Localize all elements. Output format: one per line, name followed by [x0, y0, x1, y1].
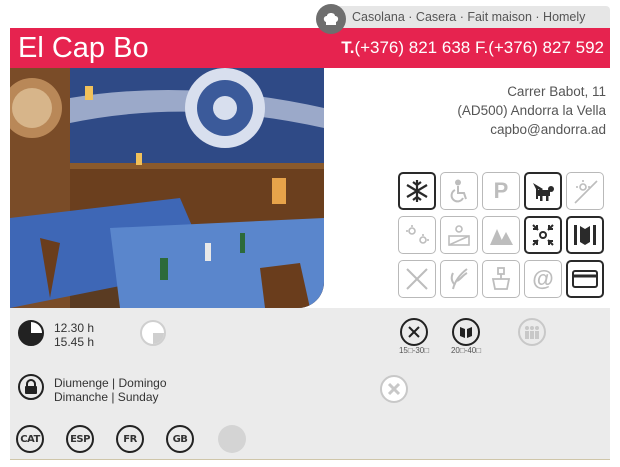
dinner-hours: 15.45 h: [54, 335, 95, 349]
city-address: (AD500) Andorra la Vella: [457, 103, 606, 118]
closed-days-line1: Diumenge | Domingo: [54, 376, 167, 390]
parking-label: P: [493, 178, 509, 203]
menu-price-badge: 15□-30□: [398, 318, 430, 355]
opening-hours: 12.30 h 15.45 h: [54, 321, 94, 349]
language-esp: ESP: [66, 425, 94, 453]
phone-prefix: T.: [341, 38, 355, 57]
cuisine-tag: Casolana · Casera · Fait maison · Homely: [336, 6, 610, 28]
no-service-icon: [398, 260, 436, 298]
summer-icon: [398, 216, 436, 254]
book-menu-icon: [452, 318, 480, 346]
carte-price-badge: 20□-40□: [450, 318, 482, 355]
street-address: Carrer Babot, 11: [507, 84, 606, 99]
credit-card-icon: [566, 260, 604, 298]
language-fr: FR: [116, 425, 144, 453]
lock-icon: [18, 374, 44, 400]
pets-allowed-icon: [524, 172, 562, 210]
group-people-icon: [518, 318, 546, 346]
restaurant-photo: [10, 68, 324, 308]
info-panel: 12.30 h 15.45 h 15□-30□ 20□-40□ Diumenge…: [10, 308, 610, 460]
mountain-icon: [482, 216, 520, 254]
group-badge: [516, 318, 548, 346]
central-location-icon: [524, 216, 562, 254]
terrace-icon: [566, 172, 604, 210]
address-block: Carrer Babot, 11 (AD500) Andorra la Vell…: [457, 82, 606, 139]
cutlery-icon: [400, 318, 428, 346]
lunch-clock-icon: [18, 320, 44, 346]
lunch-hours: 12.30 h: [54, 321, 95, 335]
closed-days: Diumenge | Domingo Dimanche | Sunday: [54, 376, 167, 404]
phone-number: (+376) 821 638: [354, 38, 471, 57]
closed-days-line2: Dimanche | Sunday: [54, 390, 159, 404]
email-at-label: @: [532, 266, 554, 291]
phone-numbers: T.(+376) 821 638 F.(+376) 827 592: [341, 37, 604, 59]
speech-bubble-icon: [218, 425, 246, 453]
header-bar: El Cap Bo T.(+376) 821 638 F.(+376) 827 …: [10, 28, 610, 68]
chef-hat-icon: [316, 4, 346, 34]
parking-icon: P: [482, 172, 520, 210]
air-conditioning-icon: [398, 172, 436, 210]
fax-number: (+376) 827 592: [488, 38, 604, 57]
view-icon: [440, 216, 478, 254]
menu-icon: [566, 216, 604, 254]
fax-prefix: F.: [474, 38, 489, 57]
gluten-free-icon: [440, 260, 478, 298]
language-gb: GB: [166, 425, 194, 453]
wheelchair-access-icon: [440, 172, 478, 210]
email-address[interactable]: capbo@andorra.ad: [457, 120, 606, 139]
restaurant-name: El Cap Bo: [18, 32, 149, 64]
email-icon: @: [524, 260, 562, 298]
services-icon-grid: P @: [398, 172, 608, 298]
menu-price: 15□-30□: [398, 346, 430, 355]
takeaway-icon: [482, 260, 520, 298]
no-holidays-icon: [380, 375, 408, 403]
language-cat: CAT: [16, 425, 44, 453]
carte-price: 20□-40□: [450, 346, 482, 355]
dinner-clock-icon: [140, 320, 166, 346]
